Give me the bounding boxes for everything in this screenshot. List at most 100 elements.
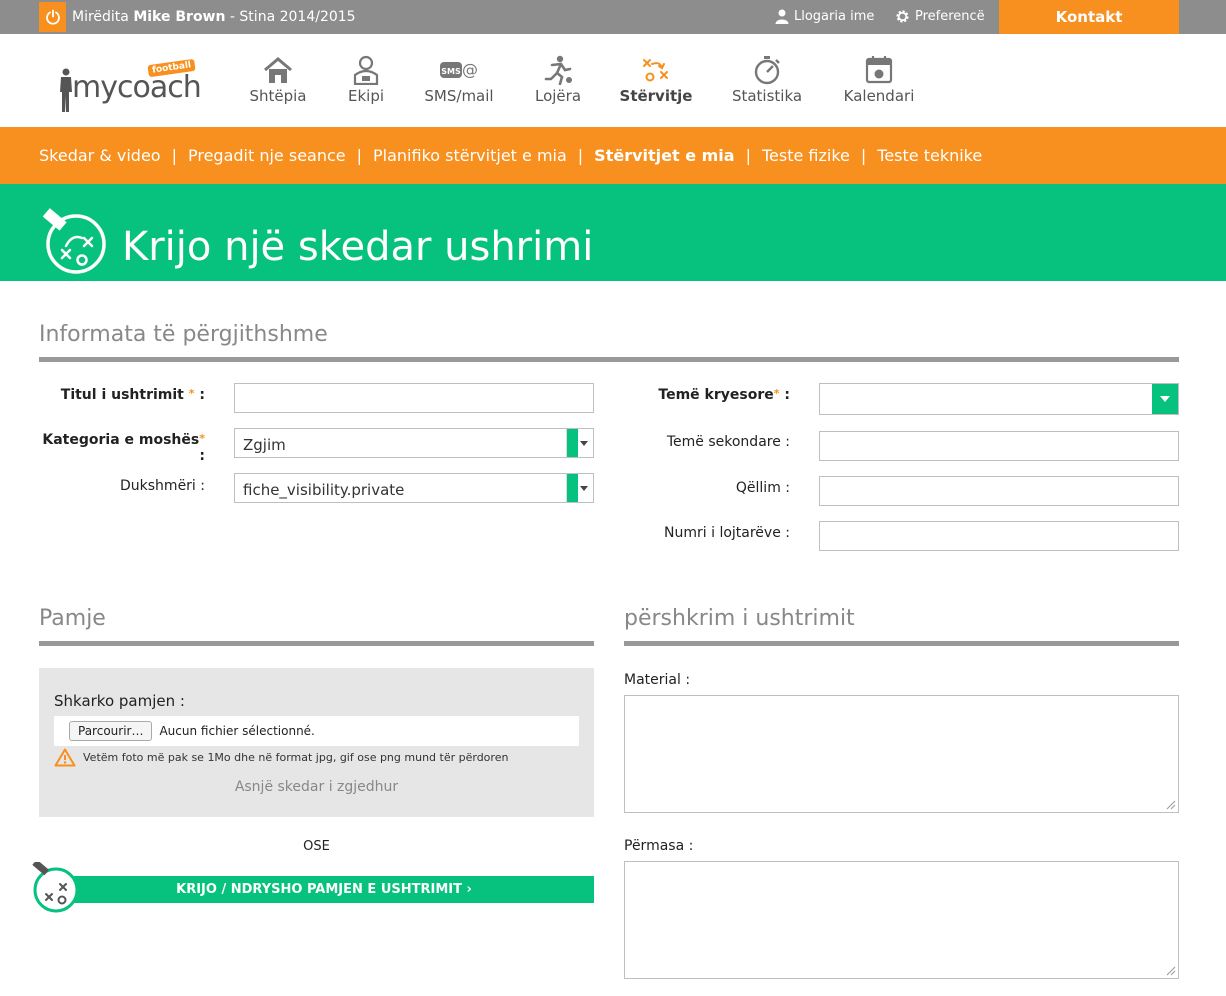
tactics-board-icon [32, 862, 79, 913]
label-colon: : [199, 387, 205, 403]
subnav-prepare-session[interactable]: Pregadit nje seance [188, 146, 346, 165]
goal-input[interactable] [819, 476, 1179, 506]
nav-games-label: Lojëra [534, 87, 582, 105]
training-subnav: Skedar & video | Pregadit nje seance | P… [0, 127, 1226, 184]
nav-training[interactable]: Stërvitje [618, 55, 694, 110]
resize-grip-icon[interactable] [1166, 966, 1176, 976]
nav-statistics-label: Statistika [731, 87, 803, 105]
power-icon [45, 9, 60, 25]
visibility-select[interactable]: fiche_visibility.private [234, 473, 594, 503]
nav-team[interactable]: Ekipi [345, 55, 387, 110]
mycoach-logo[interactable]: mycoach football [58, 58, 218, 114]
subnav-separator: | [577, 146, 584, 165]
sms-mail-icon: SMS @ [440, 60, 478, 79]
subnav-technical-tests[interactable]: Teste teknike [877, 146, 982, 165]
required-mark: * [188, 387, 195, 400]
training-icon [643, 59, 668, 82]
nav-calendar-label: Kalendari [843, 87, 915, 105]
secondary-theme-label: Temë sekondare : [666, 434, 790, 450]
chevron-down-icon [566, 474, 593, 502]
nav-team-label: Ekipi [347, 87, 385, 105]
nav-statistics[interactable]: Statistika [729, 55, 805, 110]
nav-home-label: Shtëpia [249, 87, 307, 105]
resize-grip-icon[interactable] [1166, 800, 1176, 810]
file-warning: Vetëm foto më pak se 1Mo dhe në format j… [54, 748, 508, 767]
players-count-input[interactable] [819, 521, 1179, 551]
label-colon: : [199, 448, 205, 464]
dimensions-label: Përmasa : [624, 838, 694, 854]
subnav-my-trainings[interactable]: Stërvitjet e mia [594, 146, 734, 165]
description-section-title: përshkrim i ushtrimit [624, 606, 855, 631]
file-input: Parcourir… Aucun fichier sélectionné. [54, 716, 579, 746]
subnav-separator: | [745, 146, 751, 165]
page-title: Krijo një skedar ushrimi [122, 224, 594, 270]
nav-calendar[interactable]: Kalendari [841, 55, 917, 110]
no-file-chosen-text: Asnjë skedar i zgjedhur [234, 779, 399, 795]
main-theme-label-text: Temë kryesore [658, 387, 774, 403]
user-name: Mike Brown [133, 9, 226, 25]
main-theme-label: Temë kryesore* : [624, 387, 790, 403]
subnav-plan-trainings[interactable]: Planifiko stërvitjet e mia [373, 146, 567, 165]
season-label: - Stina 2014/2015 [229, 9, 356, 25]
preferences-link[interactable]: Preferencë [895, 9, 985, 24]
or-separator: OSE [303, 839, 330, 854]
greeting: Mirëdita Mike Brown - Stina 2014/2015 [72, 9, 356, 25]
nav-sms-mail[interactable]: SMS @ SMS/mail [420, 55, 498, 110]
statistics-icon [754, 56, 780, 85]
chevron-down-icon [1152, 384, 1178, 414]
age-category-label: Kategoria e moshës* : [39, 432, 205, 464]
games-icon [544, 55, 572, 85]
material-label: Material : [624, 672, 691, 688]
create-edit-view-button[interactable]: KRIJO / NDRYSHO PAMJEN E USHTRIMIT › [54, 876, 594, 903]
secondary-theme-input[interactable] [819, 431, 1179, 461]
warning-text: Vetëm foto më pak se 1Mo dhe në format j… [83, 751, 509, 764]
age-category-label-text: Kategoria e moshës [42, 432, 200, 448]
exercise-title-label-text: Titul i ushtrimit [60, 387, 184, 403]
material-textarea[interactable] [624, 695, 1179, 813]
exercise-title-label: Titul i ushtrimit * : [39, 387, 205, 403]
nav-training-label: Stërvitje [619, 87, 693, 105]
players-count-label: Numri i lojtarëve : [664, 525, 790, 541]
required-mark: * [773, 387, 780, 400]
age-category-value: Zgjim [243, 436, 286, 454]
browse-button[interactable]: Parcourir… [69, 721, 153, 741]
nav-games[interactable]: Lojëra [532, 55, 584, 110]
age-category-select[interactable]: Zgjim [234, 428, 594, 458]
general-info-title: Informata të përgjithshme [39, 322, 328, 347]
account-link[interactable]: Llogaria ime [775, 9, 874, 24]
logo-text: mycoach [72, 70, 202, 105]
section-divider [39, 641, 594, 646]
dimensions-textarea[interactable] [624, 861, 1179, 979]
gear-icon [896, 10, 909, 23]
preferences-label: Preferencë [915, 9, 985, 24]
svg-text:SMS: SMS [441, 67, 461, 76]
main-theme-select[interactable] [819, 383, 1179, 415]
tactics-board-icon [42, 208, 106, 274]
page-header: Krijo një skedar ushrimi [0, 184, 1226, 281]
goal-label: Qëllim : [735, 480, 790, 496]
logout-button[interactable] [39, 2, 66, 32]
subnav-separator: | [860, 146, 867, 165]
svg-text:@: @ [462, 60, 478, 79]
contact-button[interactable]: Kontakt [999, 0, 1179, 34]
nav-home[interactable]: Shtëpia [247, 55, 309, 110]
team-icon [353, 55, 379, 85]
view-section-title: Pamje [39, 606, 106, 631]
chevron-down-icon [566, 429, 593, 457]
exercise-title-input[interactable] [234, 383, 594, 413]
top-bar: Mirëdita Mike Brown - Stina 2014/2015 Ll… [0, 0, 1226, 34]
section-divider [624, 641, 1179, 646]
subnav-separator: | [356, 146, 363, 165]
required-mark: * [199, 432, 205, 445]
subnav-files-video[interactable]: Skedar & video [39, 146, 161, 165]
greeting-prefix: Mirëdita [72, 9, 129, 25]
section-divider [39, 357, 1179, 362]
account-label: Llogaria ime [794, 9, 875, 24]
visibility-value: fiche_visibility.private [243, 481, 405, 499]
subnav-physical-tests[interactable]: Teste fizike [762, 146, 850, 165]
visibility-label: Dukshmëri : [120, 478, 205, 494]
label-colon: : [784, 387, 790, 403]
upload-panel: Shkarko pamjen : Parcourir… Aucun fichie… [39, 668, 594, 817]
user-icon [775, 9, 789, 24]
nav-sms-mail-label: SMS/mail [424, 87, 494, 105]
